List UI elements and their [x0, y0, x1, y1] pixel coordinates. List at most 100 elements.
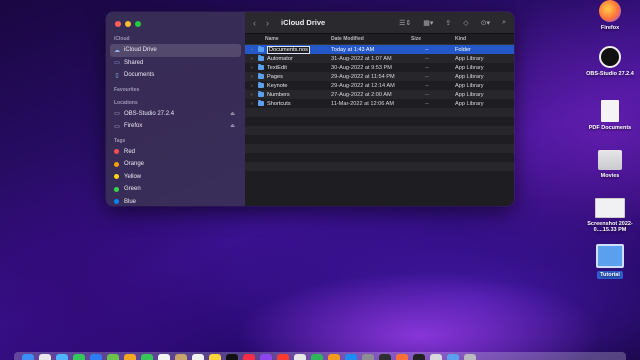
- notes-app-icon[interactable]: [209, 354, 221, 360]
- cell-size: --: [425, 73, 429, 80]
- sidebar-item-tag-red[interactable]: Red: [110, 146, 241, 159]
- desktop-item-movies[interactable]: Movies: [580, 150, 640, 179]
- cell-kind: App Library: [455, 64, 484, 71]
- cell-size: --: [425, 82, 429, 89]
- pdf-folder-icon: [601, 100, 619, 122]
- cell-date: Today at 1:43 AM: [331, 46, 375, 53]
- cell-size: --: [425, 46, 429, 53]
- downloads-stack-icon[interactable]: [447, 354, 459, 360]
- rename-field[interactable]: Documents.nos: [267, 45, 310, 54]
- file-list: › Documents.nos Today at 1:43 AM -- Folde…: [245, 45, 514, 206]
- cell-name: Automator: [267, 55, 293, 62]
- facetime-app-icon[interactable]: [141, 354, 153, 360]
- maps-app-icon[interactable]: [107, 354, 119, 360]
- share-icon[interactable]: ⇪: [445, 19, 451, 27]
- preview-app-icon[interactable]: [430, 354, 442, 360]
- table-row[interactable]: › Pages 29-Aug-2022 at 11:54 PM -- App Li…: [245, 72, 514, 81]
- obs-app-icon[interactable]: [413, 354, 425, 360]
- table-row[interactable]: › Numbers 27-Aug-2022 at 2:00 AM -- App L…: [245, 90, 514, 99]
- desktop-item-firefox[interactable]: Firefox: [580, 0, 640, 31]
- sidebar-item-icloud-drive[interactable]: ☁ iCloud Drive: [110, 44, 241, 57]
- table-row[interactable]: › TextEdit 30-Aug-2022 at 9:53 PM -- App …: [245, 63, 514, 72]
- app-store-app-icon[interactable]: [345, 354, 357, 360]
- chevron-right-icon[interactable]: ›: [251, 65, 256, 71]
- folder-icon: [258, 54, 264, 61]
- cell-date: 31-Aug-2022 at 1:07 AM: [331, 55, 392, 62]
- column-kind[interactable]: Kind: [455, 36, 514, 42]
- column-name[interactable]: Name: [245, 36, 331, 42]
- desktop-item-tutorial[interactable]: Tutorial: [580, 244, 640, 279]
- chevron-right-icon[interactable]: ›: [251, 101, 256, 107]
- reminders-app-icon[interactable]: [192, 354, 204, 360]
- eject-icon[interactable]: ⏏: [230, 123, 235, 129]
- cell-name: TextEdit: [267, 64, 287, 71]
- sidebar-item-documents[interactable]: ▯ Documents: [110, 69, 241, 82]
- sidebar-item-label: Documents: [124, 72, 155, 79]
- music-app-icon[interactable]: [243, 354, 255, 360]
- column-date-modified[interactable]: Date Modified: [331, 36, 411, 42]
- mail-app-icon[interactable]: [90, 354, 102, 360]
- firefox-app-icon[interactable]: [396, 354, 408, 360]
- table-row[interactable]: › Keynote 29-Aug-2022 at 12:14 AM -- App …: [245, 81, 514, 90]
- search-icon[interactable]: ⌕: [502, 19, 506, 27]
- column-size[interactable]: Size: [411, 36, 455, 42]
- chevron-right-icon[interactable]: ›: [251, 92, 256, 98]
- finder-app-icon[interactable]: [22, 354, 34, 360]
- news-app-icon[interactable]: [277, 354, 289, 360]
- messages-app-icon[interactable]: [73, 354, 85, 360]
- table-row[interactable]: › Documents.nos Today at 1:43 AM -- Folde…: [245, 45, 514, 54]
- numbers-app-icon[interactable]: [311, 354, 323, 360]
- close-button[interactable]: [115, 21, 121, 27]
- chevron-right-icon[interactable]: ›: [251, 47, 256, 53]
- cell-kind: Folder: [455, 46, 471, 53]
- tv-app-icon[interactable]: [226, 354, 238, 360]
- sidebar-item-label: Shared: [124, 59, 144, 66]
- more-actions-icon[interactable]: ⊙▾: [481, 19, 490, 27]
- safari-app-icon[interactable]: [56, 354, 68, 360]
- podcasts-app-icon[interactable]: [260, 354, 272, 360]
- eject-icon[interactable]: ⏏: [230, 111, 235, 117]
- calendar-app-icon[interactable]: [158, 354, 170, 360]
- sidebar: iCloud ☁ iCloud Drive ▭ Shared ▯ Documen…: [106, 12, 245, 206]
- sidebar-item-obs-studio[interactable]: ▭ OBS-Studio 27.2.4 ⏏: [110, 108, 241, 121]
- sidebar-item-firefox[interactable]: ▭ Firefox ⏏: [110, 120, 241, 133]
- sidebar-item-shared[interactable]: ▭ Shared: [110, 57, 241, 70]
- tag-icon[interactable]: ◇: [463, 19, 468, 27]
- desktop-item-obs-studio[interactable]: OBS-Studio 27.2.4: [580, 46, 640, 77]
- sidebar-item-tag-green[interactable]: Green: [110, 183, 241, 196]
- folder-icon: [596, 244, 624, 268]
- sidebar-item-tag-blue[interactable]: Blue: [110, 196, 241, 207]
- minimize-button[interactable]: [125, 21, 131, 27]
- chevron-right-icon[interactable]: ›: [251, 56, 256, 62]
- tag-dot-icon: [114, 149, 119, 155]
- terminal-app-icon[interactable]: [379, 354, 391, 360]
- desktop-item-screenshot[interactable]: Screenshot 2022-0....15.33 PM: [580, 198, 640, 233]
- table-row[interactable]: › Shortcuts 11-Mar-2022 at 12:06 AM -- Ap…: [245, 99, 514, 108]
- back-icon[interactable]: ‹: [253, 18, 256, 28]
- system-preferences-app-icon[interactable]: [362, 354, 374, 360]
- chevron-right-icon[interactable]: ›: [251, 83, 256, 89]
- table-row[interactable]: › Automator 31-Aug-2022 at 1:07 AM -- App…: [245, 54, 514, 63]
- zoom-button[interactable]: [135, 21, 141, 27]
- desktop-item-label: Screenshot 2022-0....15.33 PM: [587, 221, 633, 233]
- keynote-app-icon[interactable]: [294, 354, 306, 360]
- sidebar-item-tag-yellow[interactable]: Yellow: [110, 171, 241, 184]
- cell-kind: App Library: [455, 82, 484, 89]
- chevron-right-icon[interactable]: ›: [251, 74, 256, 80]
- trash-icon[interactable]: [464, 354, 476, 360]
- desktop-item-label: OBS-Studio 27.2.4: [586, 71, 634, 77]
- contacts-app-icon[interactable]: [175, 354, 187, 360]
- sidebar-item-tag-orange[interactable]: Orange: [110, 158, 241, 171]
- photos-app-icon[interactable]: [124, 354, 136, 360]
- cell-date: 11-Mar-2022 at 12:06 AM: [331, 100, 395, 107]
- launchpad-app-icon[interactable]: [39, 354, 51, 360]
- sidebar-item-label: Firefox: [124, 123, 143, 130]
- forward-icon[interactable]: ›: [266, 18, 269, 28]
- list-view-icon[interactable]: ☰⇕: [399, 19, 411, 27]
- desktop-item-pdf-documents[interactable]: PDF Documents: [580, 100, 640, 131]
- sidebar-item-label: iCloud Drive: [124, 47, 157, 54]
- sidebar-item-label: Orange: [124, 161, 145, 168]
- pages-app-icon[interactable]: [328, 354, 340, 360]
- group-icon[interactable]: ▦▾: [423, 19, 433, 27]
- folder-icon: [258, 81, 264, 88]
